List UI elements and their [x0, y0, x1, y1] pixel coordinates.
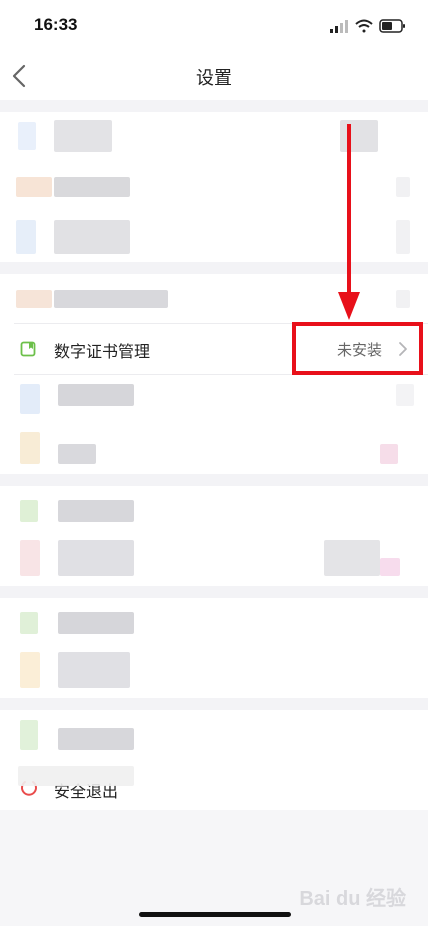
blurred-label — [58, 612, 134, 634]
home-indicator[interactable] — [139, 912, 291, 917]
settings-section-3 — [0, 486, 428, 586]
settings-row[interactable] — [0, 536, 428, 586]
section-gap — [0, 262, 428, 274]
section-gap — [0, 586, 428, 598]
blurred-label — [54, 120, 112, 152]
blurred-value — [396, 384, 414, 406]
section-gap — [0, 100, 428, 112]
settings-row[interactable] — [0, 374, 428, 424]
blurred-icon — [20, 500, 38, 522]
blurred-label — [54, 177, 130, 197]
blurred-value — [396, 177, 410, 197]
settings-row[interactable] — [0, 486, 428, 536]
blurred-icon — [20, 540, 40, 576]
blurred-icon — [20, 612, 38, 634]
blurred-icon — [20, 432, 40, 464]
blurred-icon — [20, 720, 38, 750]
battery-icon — [379, 19, 405, 33]
blurred-icon — [18, 122, 36, 150]
settings-row[interactable] — [0, 112, 428, 162]
baidu-watermark: Bai du 经验 — [299, 888, 406, 910]
status-time: 16:33 — [34, 15, 78, 34]
signal-icon — [330, 20, 348, 33]
blurred-label — [54, 290, 168, 308]
blurred-label — [58, 652, 130, 688]
settings-section-4 — [0, 598, 428, 698]
digital-certificate-label: 数字证书管理 — [54, 342, 151, 361]
arrow-down-icon — [338, 124, 360, 320]
certificate-icon — [20, 341, 36, 357]
settings-row[interactable] — [0, 424, 428, 474]
settings-row[interactable] — [0, 598, 428, 648]
blurred-value — [380, 444, 398, 464]
settings-row[interactable] — [0, 710, 428, 760]
blurred-value — [396, 290, 410, 308]
section-gap — [0, 474, 428, 486]
blurred-value — [324, 540, 380, 576]
settings-section-2-rest — [0, 374, 428, 474]
section-gap — [0, 698, 428, 710]
nav-bar: 设置 — [0, 52, 428, 100]
blurred-label — [58, 384, 134, 406]
page-title: 设置 — [196, 68, 232, 89]
blurred-icon — [20, 652, 40, 688]
settings-row[interactable] — [0, 212, 428, 262]
settings-row[interactable] — [0, 162, 428, 212]
blurred-icon — [16, 220, 36, 254]
blurred-label — [58, 444, 96, 464]
wifi-icon — [355, 19, 373, 33]
blurred-label — [58, 728, 134, 750]
settings-row[interactable] — [0, 274, 428, 324]
blurred-icon — [16, 290, 52, 308]
blurred-icon — [20, 384, 40, 414]
blurred-label — [58, 500, 134, 522]
blurred-icon — [16, 177, 52, 197]
blurred-value — [396, 220, 410, 254]
highlight-box — [292, 322, 423, 375]
status-bar: 16:33 — [0, 0, 428, 52]
settings-row[interactable] — [0, 648, 428, 698]
blurred-label — [54, 220, 130, 254]
blurred-overlay — [18, 766, 134, 786]
blurred-label — [58, 540, 134, 576]
status-icons — [330, 19, 405, 33]
blurred-badge — [380, 558, 400, 576]
settings-section-1 — [0, 112, 428, 262]
